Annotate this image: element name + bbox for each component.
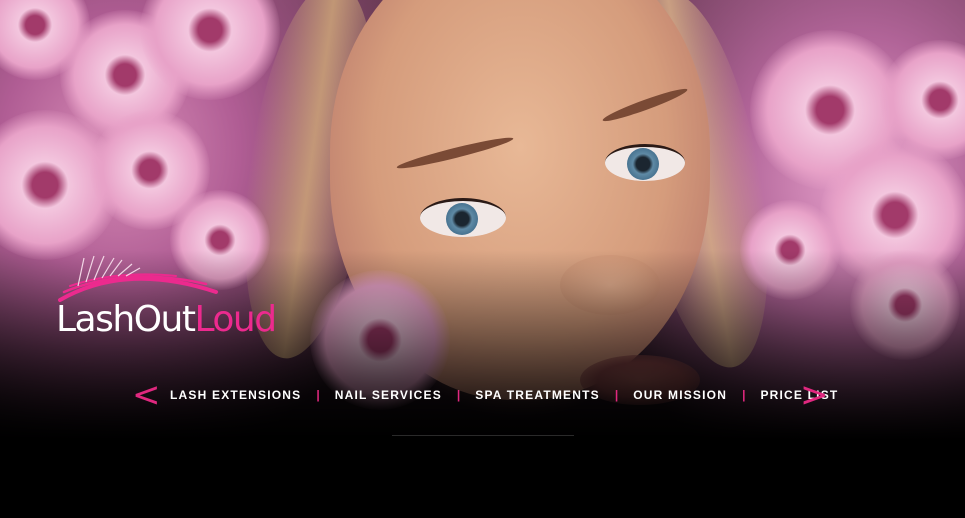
iris-right [627, 148, 659, 180]
divider [392, 435, 574, 436]
eye-left [420, 198, 506, 237]
nav-item-our-mission[interactable]: OUR MISSION [633, 388, 727, 402]
logo[interactable]: LashOutLoud [56, 252, 306, 352]
nav-next-arrow-icon[interactable]: > [800, 377, 829, 413]
logo-word-out: Out [133, 299, 196, 340]
eye-right [605, 144, 685, 181]
main-nav: < LASH EXTENSIONS | NAIL SERVICES | SPA … [132, 377, 837, 413]
nav-prev-arrow-icon[interactable]: < [132, 377, 161, 413]
nav-items: LASH EXTENSIONS | NAIL SERVICES | SPA TR… [170, 377, 838, 413]
nav-separator: | [742, 388, 746, 402]
nav-separator: | [456, 388, 461, 402]
nav-separator: | [316, 388, 320, 402]
nav-item-lash-extensions[interactable]: LASH EXTENSIONS [170, 388, 301, 402]
page: LashOutLoud < LASH EXTENSIONS | NAIL SER… [0, 0, 965, 518]
logo-word-lash: Lash [56, 299, 135, 340]
iris-left [446, 203, 478, 235]
logo-wordmark: LashOutLoud [56, 299, 277, 340]
hero-image [0, 0, 965, 440]
nav-item-spa-treatments[interactable]: SPA TREATMENTS [475, 388, 600, 402]
logo-word-loud: Loud [194, 299, 277, 340]
nav-item-nail-services[interactable]: NAIL SERVICES [335, 388, 442, 402]
nav-separator: | [614, 388, 619, 402]
